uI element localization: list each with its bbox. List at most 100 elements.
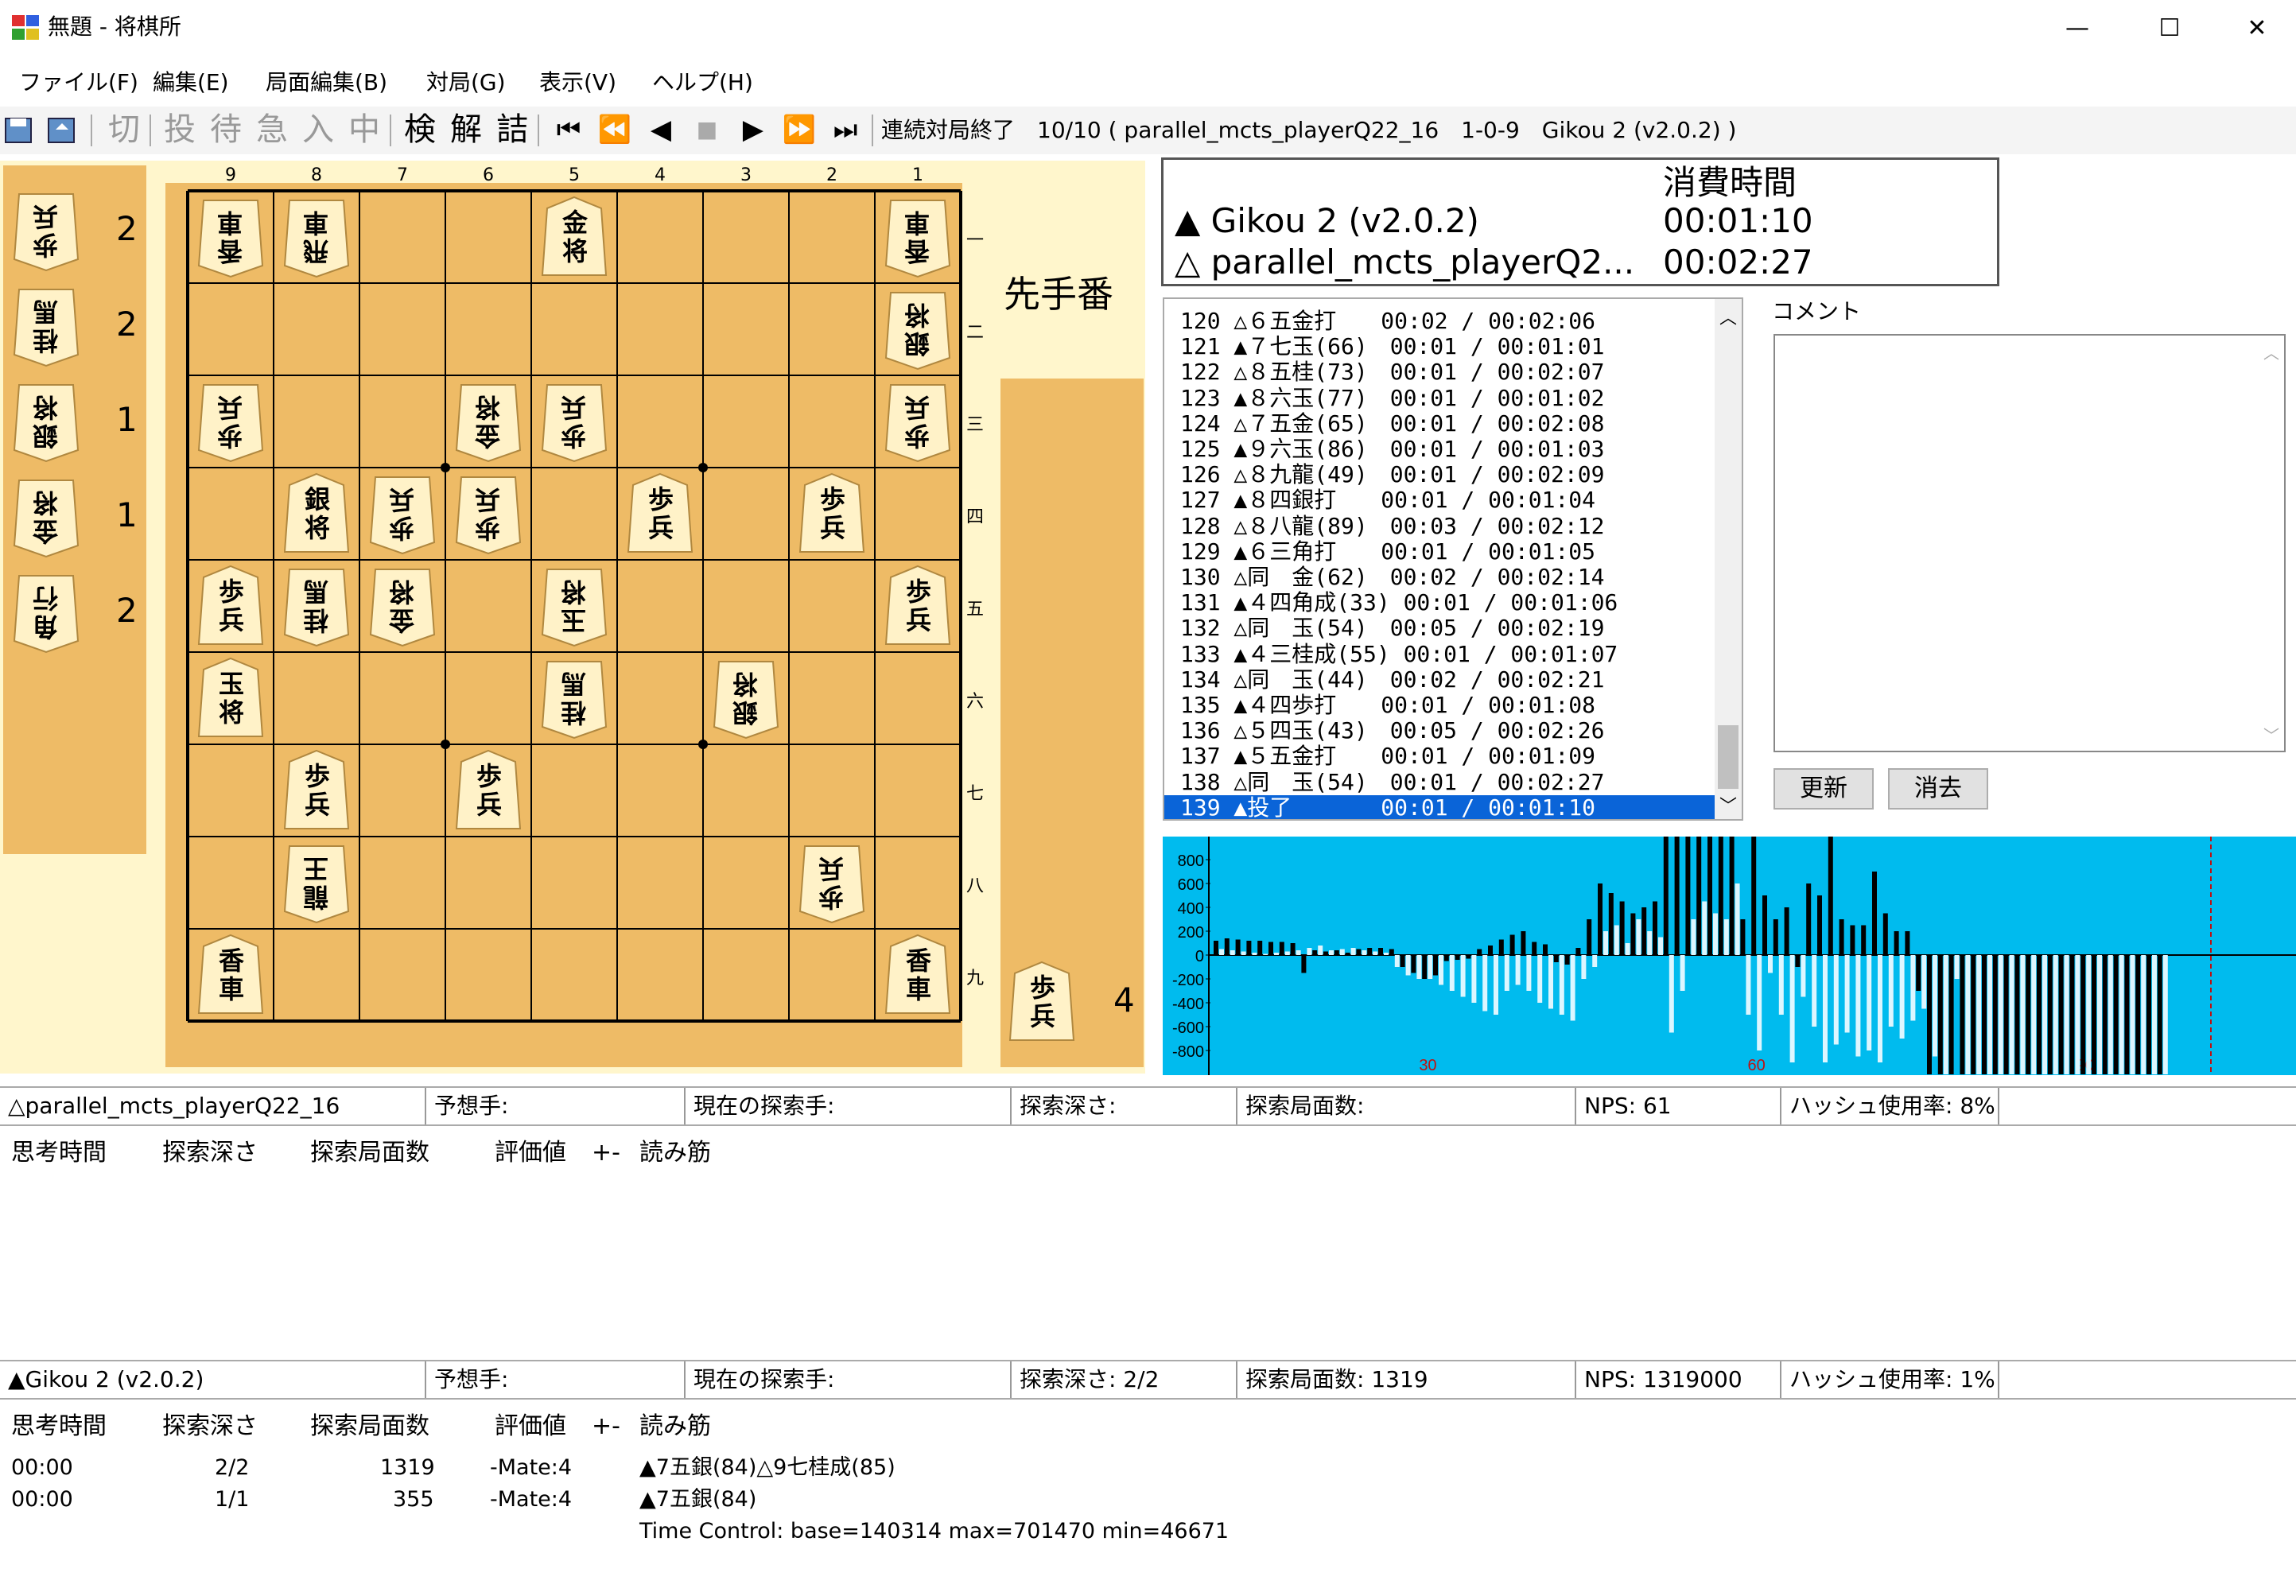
maximize-button[interactable]: ☐ — [2130, 6, 2209, 51]
kifu-move-row[interactable]: 130 △同 金(62) 00:02 / 00:02:14 — [1164, 565, 1715, 590]
forward-ten-icon[interactable]: ⏩ — [779, 111, 819, 148]
save-file-icon[interactable] — [46, 111, 78, 148]
shogi-piece[interactable]: 歩 兵 — [455, 472, 522, 555]
comment-textarea[interactable]: ︿ ﹀ — [1773, 334, 2286, 752]
first-move-icon[interactable]: ⏮ — [549, 111, 589, 148]
shogi-piece[interactable]: 香 車 — [197, 196, 264, 278]
shogi-piece[interactable]: 歩 兵 — [627, 472, 693, 555]
solve-button[interactable]: 解 — [447, 111, 485, 148]
kifu-move-row[interactable]: 122 △８五桂(73) 00:01 / 00:02:07 — [1164, 359, 1715, 385]
resign-button[interactable]: 投 — [161, 111, 199, 148]
shogi-piece[interactable]: 歩 兵 — [283, 749, 350, 832]
shogi-piece[interactable]: 歩 兵 — [369, 472, 436, 555]
kifu-move-row[interactable]: 127 ▲８四銀打 00:01 / 00:01:04 — [1164, 487, 1715, 513]
shogi-piece[interactable]: 金 将 — [455, 380, 522, 463]
header-nodes[interactable]: 探索局面数 — [310, 1139, 429, 1167]
shogi-piece[interactable]: 玉 将 — [197, 657, 264, 740]
shogi-piece[interactable]: 玉 将 — [541, 565, 608, 647]
menu-board-edit[interactable]: 局面編集(B) — [266, 67, 387, 99]
menu-file[interactable]: ファイル(F) — [19, 67, 138, 99]
shogi-piece[interactable]: 桂 馬 — [283, 565, 350, 647]
declare-button[interactable]: 入 — [299, 111, 337, 148]
shogi-piece[interactable]: 歩 兵 — [884, 565, 951, 647]
mate-search-button[interactable]: 詰 — [493, 111, 531, 148]
kifu-move-row[interactable]: 135 ▲４四歩打 00:01 / 00:01:08 — [1164, 693, 1715, 718]
kifu-move-row[interactable]: 129 ▲６三角打 00:01 / 00:01:05 — [1164, 538, 1715, 565]
shogi-piece[interactable]: 桂 馬 — [541, 657, 608, 740]
scroll-thumb[interactable] — [1718, 725, 1739, 789]
header-think-time[interactable]: 思考時間 — [11, 1139, 107, 1167]
stop-icon[interactable]: ■ — [687, 111, 727, 148]
last-move-icon[interactable]: ⏭ — [826, 111, 865, 148]
kifu-move-row[interactable]: 137 ▲５五金打 00:01 / 00:01:09 — [1164, 744, 1715, 769]
header-pv[interactable]: 読み筋 — [639, 1139, 711, 1167]
evaluation-graph[interactable]: 8006004002000-200-400-600-80030609012015… — [1163, 837, 2296, 1075]
close-button[interactable]: ✕ — [2222, 6, 2292, 51]
scroll-up-icon[interactable]: ︿ — [1715, 304, 1742, 328]
back-one-icon[interactable]: ◀ — [641, 111, 681, 148]
kifu-move-row[interactable]: 133 ▲４三桂成(55) 00:01 / 00:01:07 — [1164, 641, 1715, 667]
menu-view[interactable]: 表示(V) — [539, 67, 616, 99]
shogi-piece[interactable]: 飛 車 — [283, 196, 350, 278]
scroll-up-icon[interactable]: ︿ — [2263, 340, 2279, 363]
shogi-piece[interactable]: 歩 兵 — [798, 472, 865, 555]
shogi-piece[interactable]: 歩 兵 — [197, 565, 264, 647]
shogi-piece[interactable]: 銀 将 — [713, 657, 779, 740]
kifu-list[interactable]: 120 △６五金打 00:02 / 00:02:06 121 ▲７七玉(66) 0… — [1163, 297, 1743, 821]
header-plusminus[interactable]: +- — [592, 1139, 620, 1167]
shogi-piece[interactable]: 香 車 — [884, 934, 951, 1016]
shogi-piece[interactable]: 金 将 — [541, 196, 608, 278]
shogi-piece[interactable]: 龍 王 — [283, 841, 350, 924]
header-plusminus[interactable]: +- — [592, 1412, 620, 1441]
scroll-down-icon[interactable]: ﹀ — [1715, 792, 1742, 817]
shogi-piece[interactable]: 角 行 — [13, 571, 80, 654]
menu-help[interactable]: ヘルプ(H) — [652, 67, 753, 99]
kifu-move-row[interactable]: 136 △５四玉(43) 00:05 / 00:02:26 — [1164, 718, 1715, 744]
kifu-move-row[interactable]: 128 △８八龍(89) 00:03 / 00:02:12 — [1164, 513, 1715, 539]
kifu-move-row[interactable]: 124 △７五金(65) 00:01 / 00:02:08 — [1164, 410, 1715, 437]
minimize-button[interactable]: — — [2038, 6, 2117, 51]
shogi-piece[interactable]: 金 将 — [369, 565, 436, 647]
kifu-move-row[interactable]: 126 △８九龍(49) 00:01 / 00:02:09 — [1164, 462, 1715, 487]
stop-button[interactable]: 中 — [345, 111, 383, 148]
cut-button[interactable]: 切 — [105, 111, 143, 148]
kifu-move-row[interactable]: 132 △同 玉(54) 00:05 / 00:02:19 — [1164, 615, 1715, 641]
kifu-move-row[interactable]: 121 ▲７七玉(66) 00:01 / 00:01:01 — [1164, 334, 1715, 359]
kifu-move-row[interactable]: 138 △同 玉(54) 00:01 / 00:02:27 — [1164, 769, 1715, 795]
kifu-move-row[interactable]: 125 ▲９六玉(86) 00:01 / 00:01:03 — [1164, 437, 1715, 462]
hurry-button[interactable]: 急 — [253, 111, 291, 148]
scroll-down-icon[interactable]: ﹀ — [2263, 723, 2279, 746]
header-score[interactable]: 評価値 — [495, 1412, 566, 1441]
kifu-move-row[interactable]: 120 △６五金打 00:02 / 00:02:06 — [1164, 309, 1715, 334]
shogi-piece[interactable]: 歩 兵 — [197, 380, 264, 463]
kifu-scrollbar[interactable]: ︿ ﹀ — [1715, 299, 1742, 819]
shogi-piece[interactable]: 金 将 — [13, 476, 80, 558]
undo-button[interactable]: 待 — [207, 111, 245, 148]
shogi-piece[interactable]: 歩 兵 — [1008, 961, 1075, 1043]
header-think-time[interactable]: 思考時間 — [11, 1412, 107, 1441]
header-nodes[interactable]: 探索局面数 — [310, 1412, 429, 1441]
shogi-piece[interactable]: 銀 将 — [884, 288, 951, 371]
open-file-icon[interactable] — [3, 111, 35, 148]
kifu-move-row[interactable]: 131 ▲４四角成(33) 00:01 / 00:01:06 — [1164, 590, 1715, 615]
analyze-button[interactable]: 検 — [401, 111, 439, 148]
shogi-piece[interactable]: 銀 将 — [13, 380, 80, 463]
kifu-move-row[interactable]: 134 △同 玉(44) 00:02 / 00:02:21 — [1164, 666, 1715, 693]
header-depth[interactable]: 探索深さ — [162, 1139, 258, 1167]
kifu-move-row[interactable]: 139 ▲投了 00:01 / 00:01:10 — [1164, 794, 1715, 819]
shogi-piece[interactable]: 歩 兵 — [455, 749, 522, 832]
shogi-piece[interactable]: 歩 兵 — [884, 380, 951, 463]
shogi-piece[interactable]: 歩 兵 — [798, 841, 865, 924]
shogi-piece[interactable]: 銀 将 — [283, 472, 350, 555]
shogi-piece[interactable]: 歩 兵 — [13, 189, 80, 272]
back-ten-icon[interactable]: ⏪ — [595, 111, 635, 148]
shogi-piece[interactable]: 香 車 — [884, 196, 951, 278]
delete-comment-button[interactable]: 消去 — [1888, 768, 1988, 810]
menu-edit[interactable]: 編集(E) — [153, 67, 229, 99]
header-score[interactable]: 評価値 — [495, 1139, 566, 1167]
menu-game[interactable]: 対局(G) — [426, 67, 506, 99]
forward-one-icon[interactable]: ▶ — [733, 111, 773, 148]
kifu-move-row[interactable]: 123 ▲８六玉(77) 00:01 / 00:01:02 — [1164, 385, 1715, 411]
shogi-piece[interactable]: 桂 馬 — [13, 285, 80, 367]
shogi-piece[interactable]: 歩 兵 — [541, 380, 608, 463]
